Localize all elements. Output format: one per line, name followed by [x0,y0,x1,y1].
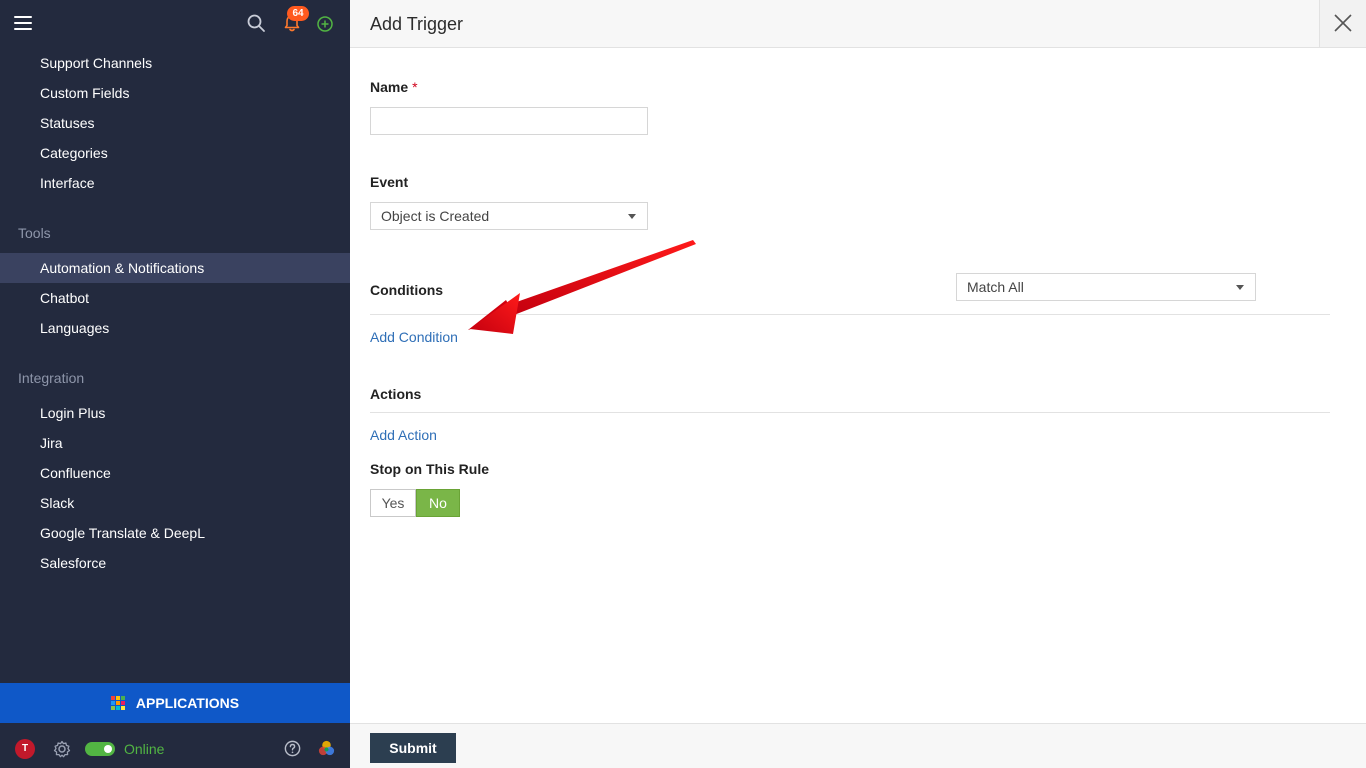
add-action-link[interactable]: Add Action [370,426,437,444]
online-status-label: Online [124,741,165,757]
sidebar-item-salesforce[interactable]: Salesforce [0,548,350,578]
event-select[interactable]: Object is Created [370,202,648,230]
sidebar-top-bar: 64 [0,0,350,46]
sidebar-item-interface[interactable]: Interface [0,168,350,198]
caret-down-icon [1236,285,1244,290]
help-circle-icon[interactable] [283,739,302,758]
event-select-value: Object is Created [381,208,490,224]
sidebar-item-categories[interactable]: Categories [0,138,350,168]
submit-button[interactable]: Submit [370,733,456,763]
stop-on-rule-toggle: Yes No [370,489,460,517]
notification-count-badge[interactable]: 64 [287,6,309,21]
actions-divider [370,412,1330,413]
sidebar: 64 Support Channels Custom Fields Status… [0,0,350,768]
page-title: Add Trigger [370,14,464,34]
stop-on-rule-label: Stop on This Rule [370,461,489,477]
actions-label: Actions [370,386,422,402]
online-status-toggle[interactable] [85,742,115,756]
name-input[interactable] [370,107,648,135]
add-condition-link[interactable]: Add Condition [370,328,458,346]
stop-yes-button[interactable]: Yes [370,489,416,517]
sidebar-item-support-channels[interactable]: Support Channels [0,48,350,78]
sidebar-item-languages[interactable]: Languages [0,313,350,343]
applications-label: APPLICATIONS [135,695,240,711]
name-label-text: Name [370,79,409,95]
sidebar-item-login-plus[interactable]: Login Plus [0,398,350,428]
sidebar-item-jira[interactable]: Jira [0,428,350,458]
required-marker: * [412,79,418,95]
add-trigger-panel: Add Trigger Name * Event Object is Create… [350,0,1366,768]
conditions-label: Conditions [370,282,444,298]
sidebar-item-statuses[interactable]: Statuses [0,108,350,138]
conditions-divider [370,314,1330,315]
event-label: Event [370,174,409,190]
apps-logo-icon[interactable] [317,739,336,758]
avatar[interactable]: T [15,739,35,759]
search-icon[interactable] [246,13,266,33]
sidebar-item-slack[interactable]: Slack [0,488,350,518]
sidebar-item-google-translate-deepl[interactable]: Google Translate & DeepL [0,518,350,548]
plus-circle-icon[interactable] [315,13,335,33]
sidebar-item-chatbot[interactable]: Chatbot [0,283,350,313]
applications-button[interactable]: APPLICATIONS [0,683,350,723]
sidebar-item-custom-fields[interactable]: Custom Fields [0,78,350,108]
caret-down-icon [628,214,636,219]
close-button[interactable] [1319,0,1366,47]
panel-header: Add Trigger [350,0,1366,48]
match-select[interactable]: Match All [956,273,1256,301]
panel-footer: Submit [350,723,1366,768]
sidebar-item-automation-notifications[interactable]: Automation & Notifications [0,253,350,283]
close-icon [1334,14,1352,32]
sidebar-heading-integration: Integration [18,370,85,386]
gear-icon[interactable] [52,739,72,759]
sidebar-heading-tools: Tools [18,225,51,241]
stop-no-button[interactable]: No [416,489,460,517]
name-label: Name * [370,78,418,96]
grid-icon [110,696,125,710]
match-select-value: Match All [967,279,1024,295]
hamburger-icon[interactable] [14,16,32,30]
sidebar-item-confluence[interactable]: Confluence [0,458,350,488]
